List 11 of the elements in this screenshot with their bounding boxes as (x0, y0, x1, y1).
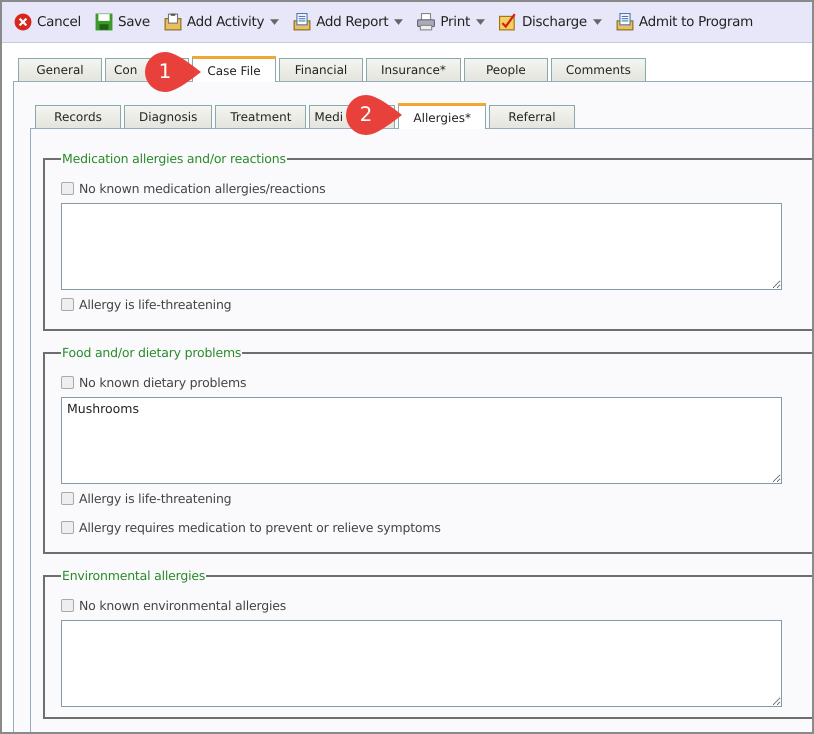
section-title: Food and/or dietary problems (61, 345, 242, 360)
step-tooltip: 2 (344, 93, 404, 137)
checkbox-label: No known environmental allergies (79, 598, 286, 613)
checkbox-label: No known dietary problems (79, 375, 246, 390)
step-tooltip: 1 (143, 50, 203, 94)
checkbox-label: Allergy is life-threatening (79, 491, 232, 506)
checkbox-label: Allergy is life-threatening (79, 297, 232, 312)
section-title: Environmental allergies (61, 568, 206, 583)
section-title: Medication allergies and/or reactions (61, 151, 287, 166)
checkbox-label: No known medication allergies/reactions (79, 181, 326, 196)
checkbox-label: Allergy requires medication to prevent or relieve symptoms (79, 520, 441, 535)
